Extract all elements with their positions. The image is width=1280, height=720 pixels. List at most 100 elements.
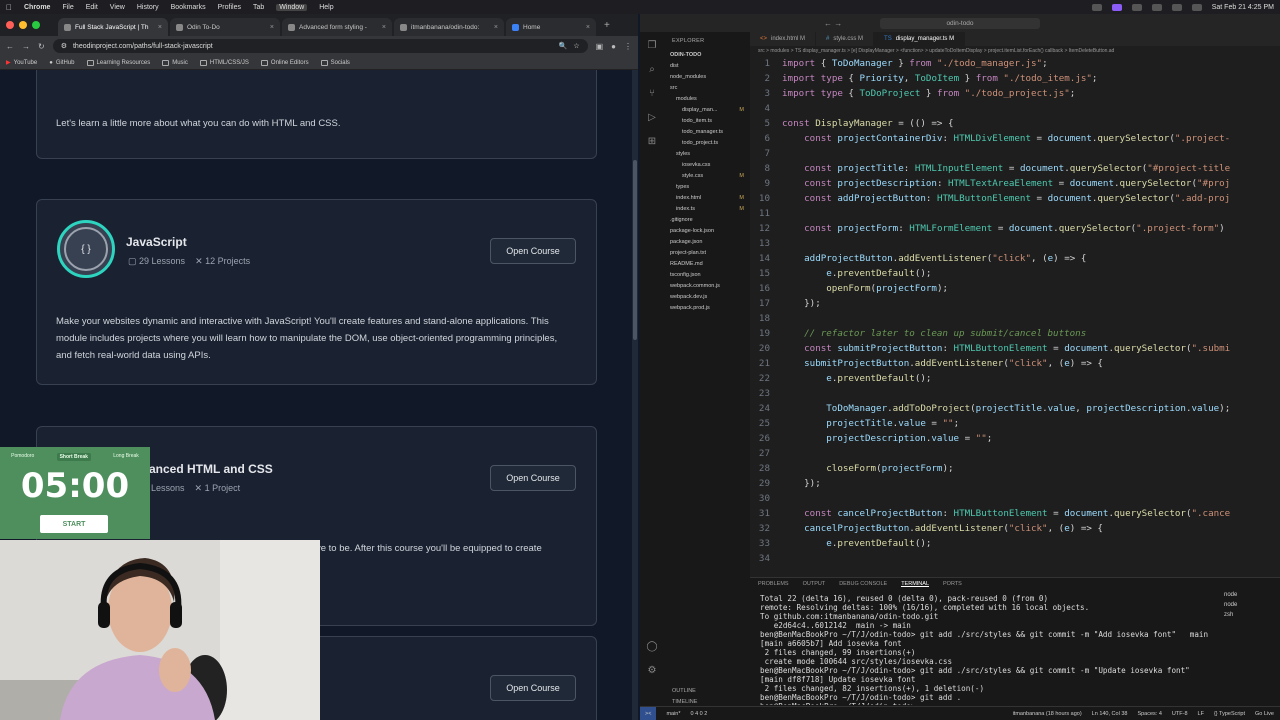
code-editor[interactable]: <> index.html M # style.css M TS display_ma…: [750, 32, 1280, 577]
menu-tab[interactable]: Tab: [253, 4, 264, 11]
menu-view[interactable]: View: [110, 4, 125, 11]
tree-item[interactable]: webpack.prod.js: [664, 303, 750, 314]
close-tab-icon[interactable]: ×: [494, 24, 498, 31]
editor-tab-style-css[interactable]: # style.css M: [816, 32, 875, 46]
tree-item[interactable]: dist: [664, 61, 750, 72]
browser-tab[interactable]: itmanbanana/odin-todo: ×: [394, 18, 504, 36]
menu-bookmarks[interactable]: Bookmarks: [171, 4, 206, 11]
tree-item[interactable]: webpack.common.js: [664, 281, 750, 292]
source-control-icon[interactable]: ⑂: [649, 88, 655, 99]
git-blame[interactable]: itmanbanana (18 hours ago): [1013, 711, 1082, 717]
page-scrollbar[interactable]: [632, 70, 638, 720]
encoding[interactable]: UTF-8: [1172, 711, 1188, 717]
search-icon[interactable]: ⌕: [649, 64, 655, 75]
bookmark-github[interactable]: ● GitHub: [49, 60, 74, 66]
close-tab-icon[interactable]: ×: [270, 24, 274, 31]
status-icon[interactable]: [1131, 3, 1142, 11]
menu-window[interactable]: Window: [276, 3, 308, 11]
browser-tab[interactable]: Odin To-Do ×: [170, 18, 280, 36]
tree-item[interactable]: src: [664, 83, 750, 94]
menubar-app-name[interactable]: Chrome: [24, 4, 50, 11]
tree-item[interactable]: Mindex.html: [664, 193, 750, 204]
mode-short-break[interactable]: Short Break: [56, 453, 91, 461]
scrollbar-thumb[interactable]: [633, 160, 637, 340]
menu-file[interactable]: File: [62, 4, 73, 11]
browser-tab[interactable]: Home ×: [506, 18, 596, 36]
tree-item[interactable]: todo_manager.ts: [664, 127, 750, 138]
tree-item[interactable]: styles: [664, 149, 750, 160]
tree-item[interactable]: modules: [664, 94, 750, 105]
editor-tab-index-html[interactable]: <> index.html M: [750, 32, 817, 46]
account-icon[interactable]: ◯: [646, 641, 657, 652]
browser-tab[interactable]: Advanced form styling - ×: [282, 18, 392, 36]
status-icon[interactable]: [1091, 3, 1102, 11]
code-content[interactable]: 1 import { ToDoManager } from "./todo_man…: [750, 56, 1280, 566]
cursor-position[interactable]: Ln 140, Col 38: [1092, 711, 1128, 717]
command-center[interactable]: odin-todo: [880, 17, 1040, 29]
terminal-output[interactable]: Total 22 (delta 16), reused 0 (delta 0),…: [750, 590, 1210, 705]
open-course-button[interactable]: Open Course: [490, 465, 576, 491]
editor-tab-display-manager[interactable]: TS display_manager.ts M: [874, 32, 966, 46]
tree-item[interactable]: package.json: [664, 237, 750, 248]
new-tab-icon[interactable]: +: [598, 20, 616, 31]
tree-item[interactable]: todo_item.ts: [664, 116, 750, 127]
remote-indicator-icon[interactable]: ><: [640, 707, 657, 720]
status-icon[interactable]: [1111, 3, 1122, 11]
tab-problems[interactable]: PROBLEMS: [758, 581, 789, 587]
back-icon[interactable]: ←: [6, 42, 14, 51]
tree-item[interactable]: iosevka.css: [664, 160, 750, 171]
minimize-window-icon[interactable]: [19, 21, 27, 29]
mode-long-break[interactable]: Long Break: [113, 453, 139, 461]
tree-item[interactable]: types: [664, 182, 750, 193]
course-title[interactable]: JavaScript: [126, 235, 187, 249]
control-center-icon[interactable]: [1191, 3, 1202, 11]
line-ending[interactable]: LF: [1198, 711, 1204, 717]
tree-item[interactable]: project-plan.txt: [664, 248, 750, 259]
menu-history[interactable]: History: [137, 4, 159, 11]
outline-header[interactable]: OUTLINE: [664, 688, 750, 699]
bookmark-folder[interactable]: Learning Resources: [86, 59, 150, 66]
explorer-icon[interactable]: ❐: [648, 40, 657, 51]
browser-tab[interactable]: Full Stack JavaScript | Th ×: [58, 18, 168, 36]
tree-item[interactable]: Mindex.ts: [664, 204, 750, 215]
tree-item[interactable]: README.md: [664, 259, 750, 270]
settings-gear-icon[interactable]: ⚙: [648, 665, 657, 676]
tab-debug-console[interactable]: DEBUG CONSOLE: [839, 581, 887, 587]
bookmark-star-icon[interactable]: ☆: [573, 42, 579, 50]
indentation[interactable]: Spaces: 4: [1137, 711, 1161, 717]
bookmark-folder[interactable]: HTML/CSS/JS: [199, 59, 249, 66]
extensions-icon[interactable]: ▣: [596, 42, 604, 51]
chrome-menu-icon[interactable]: ⋮: [624, 42, 632, 51]
start-button[interactable]: START: [40, 515, 108, 533]
apple-icon[interactable]: : [6, 3, 12, 12]
tab-terminal[interactable]: TERMINAL: [901, 581, 929, 587]
course-title[interactable]: anced HTML and CSS: [149, 462, 273, 476]
status-icon[interactable]: [1151, 3, 1162, 11]
problems-indicator[interactable]: 0 4 0 2: [691, 711, 708, 717]
nav-arrows-icon[interactable]: ← →: [824, 19, 842, 28]
tree-item[interactable]: todo_project.ts: [664, 138, 750, 149]
zoom-icon[interactable]: 🔍: [559, 42, 568, 50]
terminal-instance[interactable]: node: [1216, 592, 1280, 602]
tree-item[interactable]: Mstyle.css: [664, 171, 750, 182]
tree-item[interactable]: webpack.dev.js: [664, 292, 750, 303]
tree-item[interactable]: tsconfig.json: [664, 270, 750, 281]
branch-indicator[interactable]: main*: [666, 711, 680, 717]
breadcrumb[interactable]: src > modules > TS display_manager.ts > …: [750, 46, 1280, 56]
bookmark-folder[interactable]: Socials: [320, 59, 350, 66]
address-bar[interactable]: ⚙ theodinproject.com/paths/full-stack-ja…: [52, 39, 588, 53]
tree-item[interactable]: package-lock.json: [664, 226, 750, 237]
wifi-icon[interactable]: [1171, 3, 1182, 11]
open-course-button[interactable]: Open Course: [490, 238, 576, 264]
site-info-icon[interactable]: ⚙: [61, 42, 67, 50]
profile-icon[interactable]: ●: [611, 42, 616, 51]
extensions-icon[interactable]: ⊞: [648, 136, 656, 147]
run-debug-icon[interactable]: ▷: [648, 112, 656, 123]
bookmark-youtube[interactable]: ▶ YouTube: [6, 59, 37, 67]
terminal-instance[interactable]: zsh: [1216, 612, 1280, 622]
tree-item[interactable]: node_modules: [664, 72, 750, 83]
go-live-button[interactable]: Go Live: [1255, 711, 1274, 717]
close-tab-icon[interactable]: ×: [158, 24, 162, 31]
tab-output[interactable]: OUTPUT: [803, 581, 826, 587]
menubar-clock[interactable]: Sat Feb 21 4:25 PM: [1212, 4, 1274, 11]
